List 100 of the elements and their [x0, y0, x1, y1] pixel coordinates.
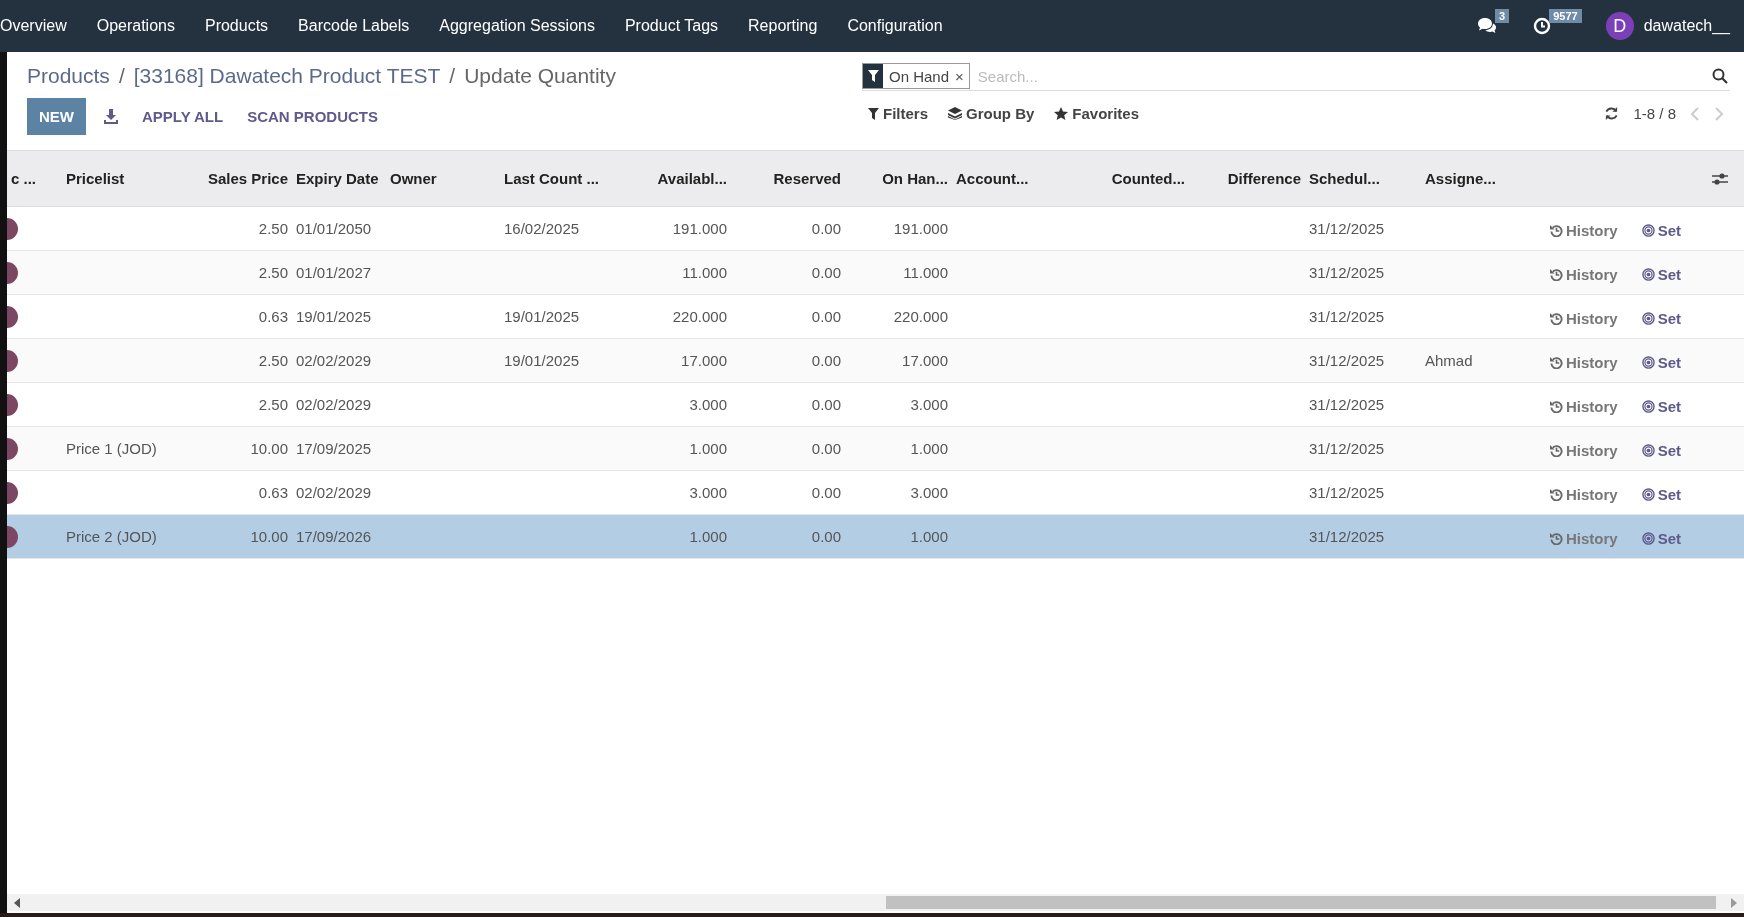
- column-header[interactable]: Difference: [1227, 170, 1301, 187]
- set-button[interactable]: Set: [1635, 220, 1688, 241]
- filter-icon: [868, 107, 879, 120]
- scan-products-button[interactable]: SCAN PRODUCTS: [241, 102, 384, 131]
- table-cell: 31/12/2025: [1309, 264, 1385, 281]
- menu-item[interactable]: Operations: [81, 17, 190, 35]
- table-cell: 1.000: [689, 440, 727, 457]
- column-settings-icon[interactable]: [1712, 171, 1728, 186]
- table-cell: Price 1 (JOD): [66, 440, 157, 457]
- table-cell: 191.000: [672, 220, 727, 237]
- avatar-icon: [7, 393, 18, 416]
- history-button[interactable]: History: [1544, 396, 1624, 417]
- history-button[interactable]: History: [1544, 484, 1624, 505]
- menu-item[interactable]: Configuration: [832, 17, 958, 35]
- table-cell: 19/01/2025: [504, 352, 580, 369]
- scroll-left-icon[interactable]: [13, 897, 21, 908]
- column-header[interactable]: Assigne...: [1425, 170, 1496, 187]
- table-cell: 3.000: [689, 484, 727, 501]
- table-cell: 10.00: [250, 440, 288, 457]
- table-cell: 220.000: [893, 308, 948, 325]
- column-header[interactable]: Account...: [956, 170, 1029, 187]
- column-header[interactable]: Owner: [390, 170, 437, 187]
- table-cell: 2.50: [258, 220, 288, 237]
- table-cell: 3.000: [910, 396, 948, 413]
- set-button[interactable]: Set: [1635, 440, 1688, 461]
- search-option-button[interactable]: Group By: [942, 101, 1041, 126]
- apply-all-button[interactable]: APPLY ALL: [136, 102, 230, 131]
- history-button[interactable]: History: [1544, 352, 1624, 373]
- table-cell: 31/12/2025: [1309, 396, 1385, 413]
- column-header[interactable]: On Han...: [882, 170, 948, 187]
- set-button[interactable]: Set: [1635, 396, 1688, 417]
- filter-icon: [867, 70, 879, 82]
- filter-facet[interactable]: On Hand ×: [862, 63, 970, 89]
- breadcrumb-separator: /: [449, 64, 456, 88]
- table-cell: 16/02/2025: [504, 220, 580, 237]
- search-icon[interactable]: [1712, 68, 1728, 84]
- menu-item[interactable]: Barcode Labels: [283, 17, 425, 35]
- menu-item[interactable]: Products: [189, 17, 284, 35]
- table-row[interactable]: 2.50 01/01/2027 11.000 0.00 11.000 31/12/2025 History Set: [7, 251, 1744, 295]
- table-cell: 0.63: [258, 308, 288, 325]
- set-button[interactable]: Set: [1635, 484, 1688, 505]
- history-button[interactable]: History: [1544, 440, 1624, 461]
- column-header[interactable]: Reserved: [773, 170, 841, 187]
- history-icon: [1550, 400, 1563, 413]
- column-header[interactable]: Last Count ...: [504, 170, 599, 187]
- user-name[interactable]: dawatech__: [1643, 17, 1730, 35]
- breadcrumb-item[interactable]: [33168] Dawatech Product TEST: [133, 64, 441, 88]
- table-row[interactable]: 2.50 02/02/2029 19/01/2025 17.000 0.00 17.000 31/12/2025 Ahmad History Set: [7, 339, 1744, 383]
- history-button[interactable]: History: [1544, 308, 1624, 329]
- table-cell: Ahmad: [1425, 352, 1473, 369]
- history-button[interactable]: History: [1544, 264, 1624, 285]
- table-cell: 31/12/2025: [1309, 440, 1385, 457]
- column-header[interactable]: Expiry Date: [296, 170, 379, 187]
- clock-icon[interactable]: [1533, 17, 1552, 35]
- new-button[interactable]: NEW: [27, 98, 86, 135]
- set-button[interactable]: Set: [1635, 352, 1688, 373]
- table-row[interactable]: Price 2 (JOD) 10.00 17/09/2026 1.000 0.00 1.000 31/12/2025 History Set: [7, 515, 1744, 559]
- download-icon[interactable]: [104, 109, 118, 124]
- user-avatar[interactable]: D: [1605, 12, 1634, 40]
- column-header[interactable]: Availabl...: [657, 170, 727, 187]
- set-button[interactable]: Set: [1635, 308, 1688, 329]
- table-cell: 31/12/2025: [1309, 528, 1385, 545]
- search-option-button[interactable]: Favorites: [1048, 101, 1146, 126]
- column-header[interactable]: c ...: [11, 170, 36, 187]
- table-cell: 3.000: [689, 396, 727, 413]
- table-cell: 31/12/2025: [1309, 220, 1385, 237]
- search-option-button[interactable]: Filters: [862, 101, 934, 126]
- pager-value[interactable]: 1-8 / 8: [1633, 105, 1676, 122]
- column-header[interactable]: Schedul...: [1309, 170, 1380, 187]
- table-cell: 1.000: [910, 528, 948, 545]
- menu-item[interactable]: Product Tags: [609, 17, 734, 35]
- star-icon: [1054, 107, 1069, 120]
- table-cell: 19/01/2025: [504, 308, 580, 325]
- table-cell: 220.000: [672, 308, 727, 325]
- menu-item[interactable]: Aggregation Sessions: [424, 17, 610, 35]
- table-row[interactable]: Price 1 (JOD) 10.00 17/09/2025 1.000 0.00 1.000 31/12/2025 History Set: [7, 427, 1744, 471]
- chat-icon[interactable]: [1477, 17, 1498, 35]
- breadcrumb-item[interactable]: Products: [27, 64, 110, 88]
- table-cell: 0.00: [811, 440, 841, 457]
- target-icon: [1641, 224, 1655, 237]
- column-header[interactable]: Pricelist: [66, 170, 125, 187]
- table-cell: 17/09/2026: [296, 528, 372, 545]
- table-cell: 19/01/2025: [296, 308, 372, 325]
- layers-icon: [948, 107, 962, 120]
- horizontal-scrollbar[interactable]: [7, 894, 1744, 911]
- table-cell: 02/02/2029: [296, 484, 372, 501]
- breadcrumb-item[interactable]: Update Quantity: [464, 64, 616, 88]
- menu-item[interactable]: Overview: [0, 17, 82, 35]
- column-header[interactable]: Sales Price: [207, 170, 288, 187]
- set-button[interactable]: Set: [1635, 528, 1688, 549]
- table-cell: 17/09/2025: [296, 440, 372, 457]
- set-button[interactable]: Set: [1635, 264, 1688, 285]
- column-header[interactable]: Counted...: [1111, 170, 1185, 187]
- menu-item[interactable]: Reporting: [733, 17, 833, 35]
- table-cell: 01/01/2050: [296, 220, 372, 237]
- target-icon: [1641, 312, 1655, 325]
- avatar-icon: [7, 349, 18, 372]
- table-cell: 0.00: [811, 220, 841, 237]
- history-button[interactable]: History: [1544, 220, 1624, 241]
- refresh-icon[interactable]: [1604, 106, 1620, 121]
